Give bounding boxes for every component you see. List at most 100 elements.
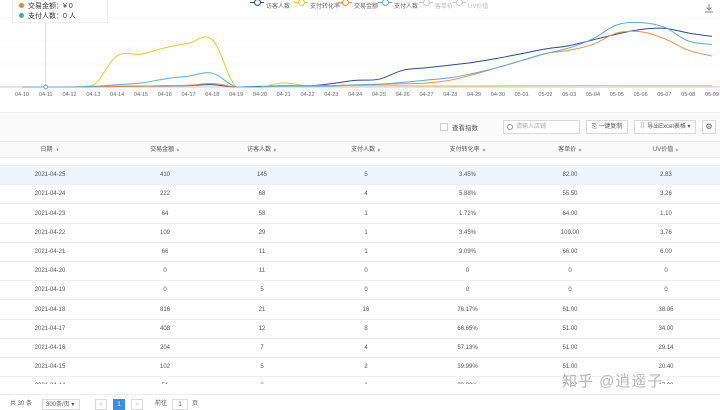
- cell-uv-value: 0: [664, 287, 668, 294]
- cell-uv-value: 38.86: [658, 306, 674, 313]
- cell-amount: 64: [161, 210, 169, 217]
- page-1-button[interactable]: 1: [113, 399, 125, 410]
- cell-date: 2021-04-26: [20, 158, 80, 166]
- col-amount[interactable]: 交易金额 ◆: [125, 142, 205, 158]
- col-uv-value[interactable]: UV价值 ◆: [626, 142, 706, 158]
- series-line-1: [22, 36, 712, 88]
- table-row[interactable]: 2021-04-25 410 145 5 3.45% 82.00 2.83: [0, 166, 720, 186]
- cell-visitors: 58: [258, 210, 266, 217]
- series-line-3: [22, 21, 713, 88]
- x-tick-label: 04-12: [63, 92, 77, 98]
- x-tick-label: 04-30: [491, 92, 505, 98]
- x-tick-label: 04-29: [467, 92, 481, 98]
- cell-date: 2021-04-17: [34, 325, 66, 332]
- series-line-2: [22, 30, 713, 88]
- view-index-checkbox[interactable]: 查看指数: [440, 122, 478, 132]
- cell-buyers: 0: [364, 287, 368, 294]
- sort-icon[interactable]: ◆: [578, 144, 581, 157]
- cell-buyers: 16: [362, 306, 370, 313]
- x-tick-label: 05-01: [515, 92, 529, 98]
- cell-visitors: 145: [256, 172, 267, 179]
- settings-gear-icon[interactable]: ⚙: [702, 120, 716, 134]
- search-icon: [507, 124, 513, 130]
- table-row[interactable]: 2021-04-21 66 11 1 9.09% 66.00 6.00: [0, 243, 720, 262]
- x-tick-label: 05-07: [657, 92, 671, 98]
- cell-avg-price: 51.00: [562, 306, 578, 313]
- legend-item-buyers[interactable]: 支付人数: [378, 0, 418, 10]
- next-page-button[interactable]: >: [131, 399, 143, 410]
- col-buyers[interactable]: 支付人数 ◆: [326, 142, 406, 158]
- cell-conversion: 3.45%: [458, 229, 476, 236]
- legend-item-amount[interactable]: 交易金额: [338, 0, 378, 10]
- pagination: 共 30 条 300条/页 ▾ < 1 > 前往 1 页: [0, 394, 720, 410]
- cell-avg-price: 55.50: [562, 191, 578, 198]
- cell-conversion: 0: [465, 287, 470, 294]
- x-tick-label: 05-02: [538, 92, 552, 98]
- x-tick-label: 04-22: [300, 92, 314, 98]
- download-icon[interactable]: [704, 3, 714, 13]
- checkbox-box[interactable]: [440, 123, 448, 131]
- legend-marker-icon: [294, 0, 308, 7]
- sort-icon[interactable]: ◆: [482, 144, 485, 157]
- cell-date: 2021-04-20: [34, 268, 66, 275]
- cell-conversion: 76.17%: [457, 306, 478, 313]
- legend-marker-icon: [452, 0, 466, 7]
- cell-visitors: 5: [260, 287, 264, 294]
- col-date[interactable]: 日期 ▼: [20, 142, 80, 158]
- export-icon: ⇩: [639, 124, 648, 130]
- prev-page-button[interactable]: <: [95, 399, 107, 410]
- legend-item-avg-price[interactable]: 客单价: [419, 0, 453, 10]
- cell-avg-price: 0: [568, 287, 572, 294]
- x-tick-label: 04-20: [253, 92, 267, 98]
- cell-conversion: 1.72%: [458, 210, 476, 217]
- cell-uv-value: 5.27: [626, 158, 706, 166]
- legend-item-conversion[interactable]: 支付转化率: [294, 0, 340, 10]
- table-row[interactable]: 2021-04-26 880 167 9 5.39% 97.78 5.27: [0, 158, 720, 166]
- table-row[interactable]: 2021-04-17 408 12 8 66.65% 51.00 34.00: [0, 320, 720, 339]
- table-row[interactable]: 2021-04-23 64 58 1 1.72% 64.00 1.10: [0, 205, 720, 224]
- cell-conversion: 66.65%: [457, 325, 478, 332]
- goto-page-input[interactable]: 1: [172, 399, 188, 410]
- cell-avg-price: 97.78: [530, 158, 610, 166]
- table-row[interactable]: 2021-04-20 0 11 0 0 0 0: [0, 262, 720, 282]
- sort-icon[interactable]: ◆: [176, 144, 179, 157]
- trend-chart: 04-10 04-11 04-12 04-13 04-14 04-15 04-16 04-17…: [0, 0, 720, 112]
- cell-conversion: 3.45%: [458, 172, 476, 179]
- cell-conversion: 33.32%: [425, 377, 510, 384]
- table-row[interactable]: 2021-04-18 816 21 16 76.17% 51.00 38.86: [0, 301, 720, 320]
- cell-buyers: 1: [326, 377, 406, 384]
- copy-button[interactable]: ⎘ 一键复制: [586, 120, 628, 134]
- sort-icon[interactable]: ◆: [676, 144, 679, 157]
- cell-visitors: 11: [258, 268, 266, 275]
- cell-amount: 204: [159, 345, 170, 351]
- tooltip-buyers-dot-icon: [19, 13, 24, 18]
- table-row[interactable]: 2021-04-19 0 5 0 0 0 0: [0, 281, 720, 301]
- legend-item-uv-value[interactable]: UV价值: [452, 0, 488, 10]
- sort-icon[interactable]: ◆: [377, 144, 380, 157]
- sort-desc-icon[interactable]: ▼: [55, 144, 59, 157]
- cell-visitors: 167: [222, 158, 302, 166]
- export-excel-button[interactable]: ⇩ 导出Excel表格 ▾: [634, 120, 696, 134]
- table-toolbar: 查看指数 请输入店铺 ⎘ 一键复制 ⇩ 导出Excel表格 ▾ ⚙: [0, 112, 720, 142]
- x-tick-label: 04-19: [229, 92, 243, 98]
- col-visitors[interactable]: 访客人数 ◆: [222, 142, 302, 158]
- cell-amount: 109: [159, 229, 170, 236]
- cell-amount: 880: [125, 158, 205, 166]
- table-row[interactable]: 2021-04-22 109 29 1 3.45% 109.00 3.76: [0, 224, 720, 243]
- page-size-select[interactable]: 300条/页 ▾: [42, 399, 80, 410]
- cell-conversion: 5.88%: [458, 191, 476, 198]
- store-search-input[interactable]: 请输入店铺: [503, 120, 580, 134]
- x-tick-label: 05-06: [634, 92, 648, 98]
- zhihu-watermark: 知乎 @逍遥子: [562, 373, 664, 390]
- tooltip-amount-dot-icon: [19, 3, 24, 8]
- col-avg-price[interactable]: 客单价 ◆: [530, 142, 610, 158]
- table-row[interactable]: 2021-04-24 222 68 4 5.88% 55.50 3.26: [0, 185, 720, 205]
- sort-icon[interactable]: ◆: [273, 144, 276, 157]
- legend-item-visitors[interactable]: 访客人数: [250, 0, 290, 10]
- col-conversion[interactable]: 支付转化率 ◆: [425, 142, 510, 158]
- table-row[interactable]: 2021-04-16 204 7 4 57.13% 51.00 29.14: [0, 339, 720, 358]
- goto-label: 前往: [155, 401, 168, 407]
- cell-visitors: 68: [258, 191, 266, 198]
- cell-amount: 102: [159, 364, 170, 371]
- chart-tooltip: 交易金额：¥ 0 支付人数：0 人: [12, 0, 108, 23]
